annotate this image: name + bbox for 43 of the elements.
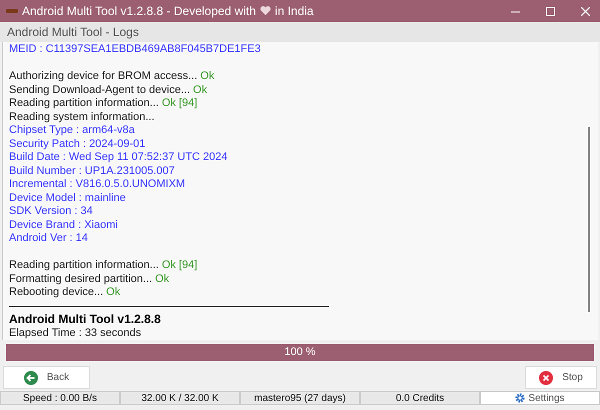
back-button[interactable]: Back <box>3 366 90 389</box>
log-line: Reading system information... <box>9 110 155 124</box>
log-line: Rebooting device... <box>9 286 104 300</box>
status-text: Ok <box>200 70 214 84</box>
log-line: Reading partition information... <box>9 259 159 272</box>
status-cell: mastero95 (27 days) <box>240 391 360 405</box>
log-line: Security Patch : 2024-09-01 <box>9 138 146 151</box>
log-line: Formatting desired partition... <box>9 272 152 286</box>
log-line: Elapsed Time : 33 seconds <box>9 326 142 340</box>
progress-label: 100 % <box>283 345 317 360</box>
window-title: Android Multi Tool v1.2.8.8 - Developed with <box>22 3 256 20</box>
log-line: MEID : C11397SEA1EBDB469AB8F045B7DE1FE3 <box>9 43 261 56</box>
status-text: Ok [94] <box>162 97 198 110</box>
status-text: Ok [94] <box>162 259 198 272</box>
panel-header: Android Multi Tool - Logs <box>0 22 600 42</box>
log-line: Sending Download-Agent to device... <box>9 84 190 97</box>
log-line: SDK Version : 34 <box>9 205 93 218</box>
log-heading: Android Multi Tool v1.2.8.8 <box>9 313 161 326</box>
log-line: Authorizing device for BROM access... <box>9 70 198 84</box>
back-arrow-icon <box>24 370 38 384</box>
maximize-icon[interactable] <box>546 6 555 16</box>
log-line: Build Date : Wed Sep 11 07:52:37 UTC 2024 <box>9 151 228 164</box>
window-title: in India <box>274 3 314 20</box>
status-cell: 0.0 Credits <box>360 391 480 405</box>
stop-button[interactable]: Stop <box>525 366 597 389</box>
heart-icon <box>260 6 271 16</box>
close-icon[interactable] <box>581 6 590 16</box>
log-line: Build Number : UP1A.231005.007 <box>9 164 175 178</box>
status-cell: 32.00 K / 32.00 K <box>120 391 240 405</box>
settings-button[interactable]: Settings <box>480 391 600 405</box>
log-line: Device Model : mainline <box>9 192 126 205</box>
log-line: Chipset Type : arm64-v8a <box>9 124 135 138</box>
status-text: Ok <box>193 84 208 97</box>
stop-icon <box>539 370 554 384</box>
log-line: Device Brand : Xiaomi <box>9 218 118 232</box>
log-line: Reading partition information... <box>9 97 159 110</box>
log-line: Incremental : V816.0.5.0.UNOMIXM <box>9 178 186 192</box>
gear-icon <box>515 393 526 403</box>
log-line: Android Ver : 14 <box>9 232 88 246</box>
status-text: Ok <box>106 286 120 300</box>
status-text: Ok <box>155 272 170 286</box>
status-cell: Speed : 0.00 B/s <box>0 391 120 405</box>
scrollbar-icon[interactable] <box>588 127 590 312</box>
